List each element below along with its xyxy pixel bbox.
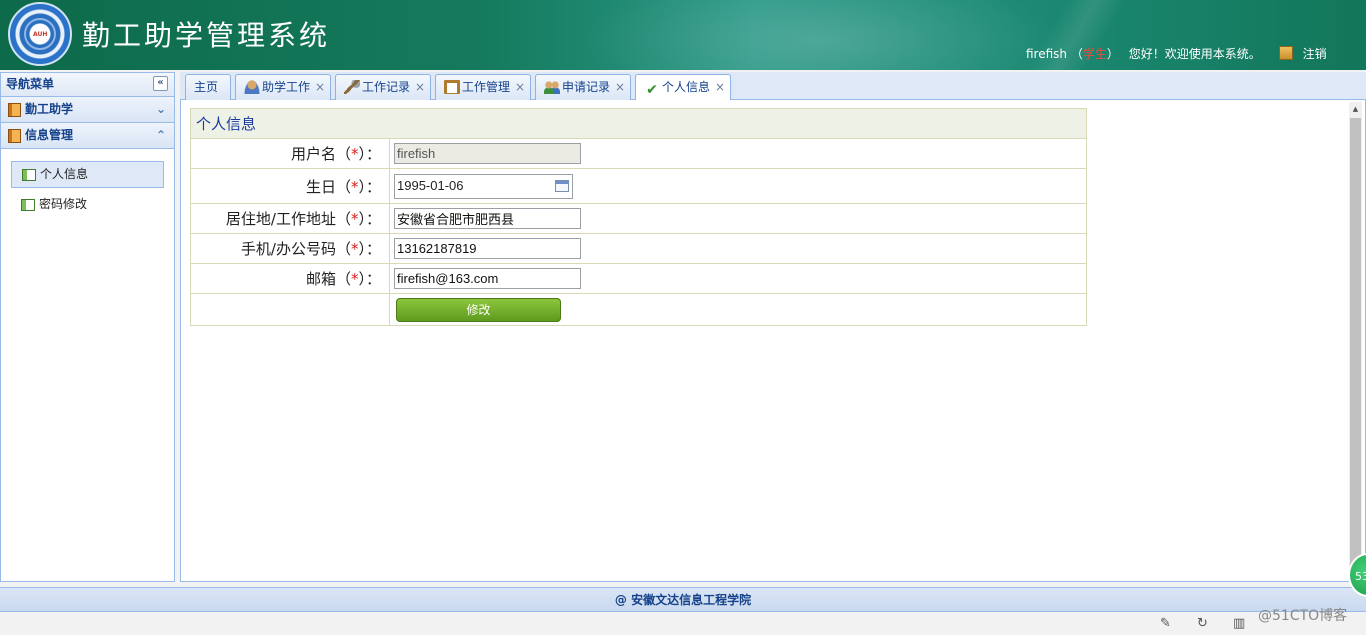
checkmark-icon: ✔ (646, 82, 658, 98)
nav-menu-list: 个人信息 密码修改 (1, 149, 174, 219)
content-panel: 个人信息 用户名（*）： 生日（*）： 1995-01-06 居住地/工作地址（… (180, 100, 1366, 582)
book-icon (8, 103, 21, 117)
close-icon[interactable]: × (615, 75, 625, 99)
school-logo: AUH (8, 2, 72, 66)
book-icon (8, 129, 21, 143)
welcome-text: 您好！欢迎使用本系统。 (1128, 47, 1261, 61)
field-label: 生日（*）： (190, 168, 390, 204)
tab-label: 主页 (194, 80, 219, 94)
address-field[interactable] (394, 208, 581, 229)
form-row-actions: 修改 (190, 293, 1087, 326)
content-scrollbar[interactable]: ▲ (1349, 102, 1362, 580)
app-title: 勤工助学管理系统 (82, 19, 331, 52)
user-name: firefish (1026, 47, 1068, 61)
field-label: 邮箱（*）： (190, 263, 390, 294)
birthday-value: 1995-01-06 (397, 177, 464, 193)
app-footer: @ 安徽文达信息工程学院 (0, 587, 1366, 612)
nav-section-work-study[interactable]: 勤工助学 ⌄ (1, 97, 174, 123)
email-field[interactable] (394, 268, 581, 289)
tab-label: 助学工作 (262, 80, 311, 94)
hammer-icon (344, 80, 360, 94)
logout-icon[interactable] (1278, 46, 1293, 60)
calendar-icon[interactable] (555, 179, 569, 192)
birthday-date-field[interactable]: 1995-01-06 (394, 173, 573, 199)
form-row-username: 用户名（*）： (190, 138, 1087, 169)
form-row-phone: 手机/办公号码（*）： (190, 233, 1087, 264)
tab-label: 工作管理 (462, 80, 511, 94)
clipboard-icon (444, 80, 460, 94)
nav-title: 导航菜单 (6, 77, 55, 91)
close-icon[interactable]: × (415, 75, 425, 99)
trash-icon[interactable]: ▥ (1233, 616, 1245, 631)
form-title: 个人信息 (190, 108, 1087, 139)
nav-item-label: 密码修改 (39, 197, 88, 211)
nav-section-label: 勤工助学 (25, 102, 74, 116)
tab-label: 工作记录 (362, 80, 411, 94)
nav-panel: 导航菜单 « 勤工助学 ⌄ 信息管理 ⌃ 个人信息 密码修改 (0, 72, 175, 582)
collapse-nav-icon[interactable]: « (153, 76, 168, 91)
scroll-thumb[interactable] (1350, 118, 1361, 580)
pin-icon[interactable]: ✎ (1160, 616, 1171, 631)
form-row-email: 邮箱（*）： (190, 263, 1087, 294)
nav-item-change-password[interactable]: 密码修改 (11, 192, 164, 219)
tab-bar: 主页 助学工作 × 工作记录 × 工作管理 × 申请记录 × ✔ 个人信息 × (180, 72, 1366, 101)
tab-home[interactable]: 主页 (185, 74, 231, 100)
form-icon (21, 199, 35, 211)
tab-work-records[interactable]: 工作记录 × (335, 74, 431, 100)
tab-label: 个人信息 (662, 80, 711, 94)
main-area: 主页 助学工作 × 工作记录 × 工作管理 × 申请记录 × ✔ 个人信息 × 个… (180, 72, 1366, 582)
user-bar: firefish （学生） 您好！欢迎使用本系统。 注销 (1026, 45, 1327, 62)
form-title-row: 个人信息 (190, 108, 1087, 139)
logo-text: AUH (33, 31, 48, 38)
nav-section-label: 信息管理 (25, 128, 74, 142)
field-label: 居住地/工作地址（*）： (190, 203, 390, 234)
nav-section-info-management[interactable]: 信息管理 ⌃ (1, 123, 174, 149)
users-icon (544, 80, 560, 94)
personal-info-form: 个人信息 用户名（*）： 生日（*）： 1995-01-06 居住地/工作地址（… (190, 108, 1087, 326)
browser-toolbar: ✎ ↻ ▥ (0, 612, 1366, 635)
tab-work-study-jobs[interactable]: 助学工作 × (235, 74, 331, 100)
close-icon[interactable]: × (315, 75, 325, 99)
scroll-up-icon[interactable]: ▲ (1349, 102, 1362, 116)
chevron-down-icon[interactable]: ⌄ (156, 97, 166, 122)
tab-work-management[interactable]: 工作管理 × (435, 74, 531, 100)
username-field (394, 143, 581, 164)
form-row-birthday: 生日（*）： 1995-01-06 (190, 168, 1087, 204)
form-icon (22, 169, 36, 181)
close-icon[interactable]: × (515, 75, 525, 99)
nav-header: 导航菜单 « (1, 73, 174, 97)
logout-link[interactable]: 注销 (1303, 47, 1327, 61)
phone-field[interactable] (394, 238, 581, 259)
role-open: （ (1070, 47, 1083, 61)
user-role: 学生 (1082, 47, 1107, 61)
nav-item-personal-info[interactable]: 个人信息 (11, 161, 164, 188)
watermark: @51CTO博客 (1258, 608, 1348, 624)
app-header: AUH 勤工助学管理系统 firefish （学生） 您好！欢迎使用本系统。 注… (0, 0, 1366, 70)
tab-application-records[interactable]: 申请记录 × (535, 74, 631, 100)
modify-button[interactable]: 修改 (396, 298, 561, 322)
field-label: 手机/办公号码（*）： (190, 233, 390, 264)
field-label: 用户名（*）： (190, 138, 390, 169)
chevron-up-icon[interactable]: ⌃ (156, 123, 166, 148)
share-icon[interactable]: ↻ (1197, 616, 1208, 631)
tab-personal-info[interactable]: ✔ 个人信息 × (635, 74, 731, 101)
tab-label: 申请记录 (562, 80, 611, 94)
role-close: ） (1106, 47, 1119, 61)
form-row-address: 居住地/工作地址（*）： (190, 203, 1087, 234)
nav-item-label: 个人信息 (40, 167, 89, 181)
close-icon[interactable]: × (715, 75, 725, 99)
user-icon (244, 80, 260, 94)
